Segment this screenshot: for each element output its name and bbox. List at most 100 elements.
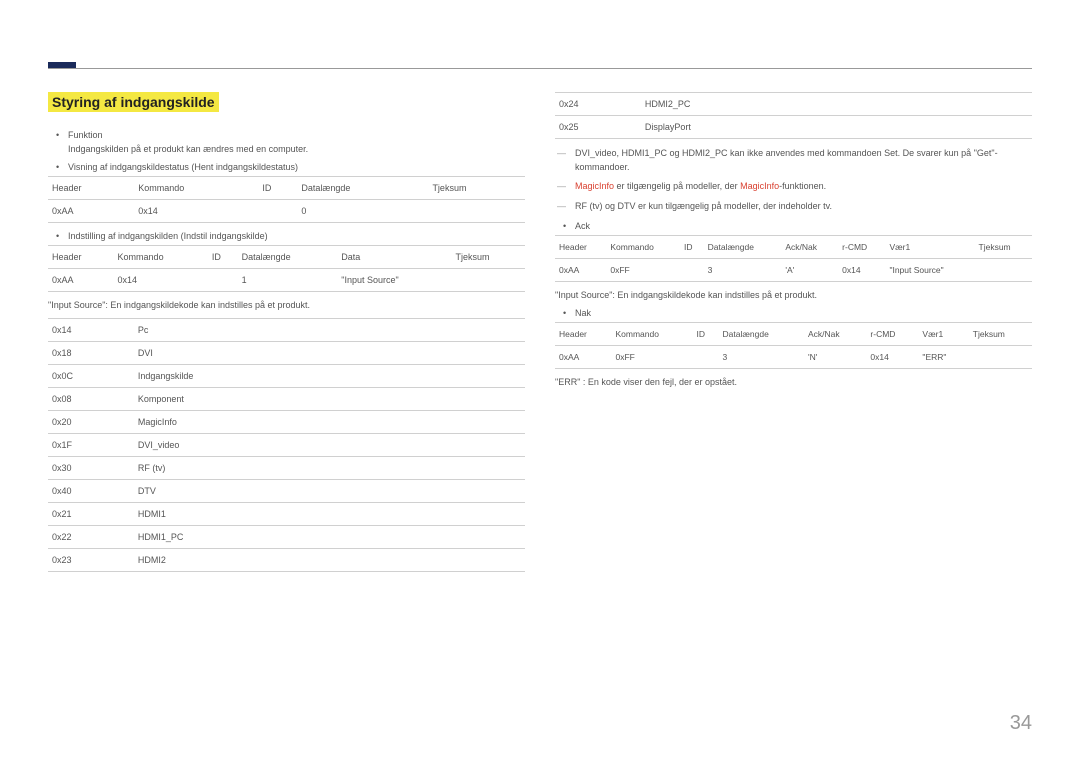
- section-heading: Styring af indgangskilde: [48, 92, 219, 112]
- code-value: 0x40: [48, 480, 134, 503]
- th: r-CMD: [866, 323, 918, 346]
- input-source-desc: "Input Source": En indgangskildekode kan…: [48, 300, 525, 310]
- td: [428, 200, 525, 223]
- td: 1: [238, 269, 338, 292]
- table-source-codes-cont: 0x24HDMI2_PC0x25DisplayPort: [555, 92, 1032, 139]
- code-value: 0x22: [48, 526, 134, 549]
- code-label: MagicInfo: [134, 411, 525, 434]
- td: "Input Source": [885, 259, 974, 282]
- td: 0: [297, 200, 428, 223]
- code-value: 0x25: [555, 116, 641, 139]
- left-column: Styring af indgangskilde Funktion Indgan…: [48, 92, 525, 580]
- td: "Input Source": [337, 269, 451, 292]
- input-source-desc-2: "Input Source": En indgangskildekode kan…: [555, 290, 1032, 300]
- th: ID: [258, 177, 297, 200]
- td: 0xFF: [606, 259, 680, 282]
- td: 0x14: [114, 269, 208, 292]
- code-label: HDMI2_PC: [641, 93, 1032, 116]
- header-rule: [48, 68, 1032, 69]
- td: 'A': [781, 259, 838, 282]
- code-value: 0x21: [48, 503, 134, 526]
- th: Tjeksum: [452, 246, 525, 269]
- code-value: 0x24: [555, 93, 641, 116]
- td: 3: [704, 259, 782, 282]
- code-value: 0x23: [48, 549, 134, 572]
- note-magicinfo: MagicInfo er tilgængelig på modeller, de…: [575, 180, 1032, 194]
- code-label: DVI: [134, 342, 525, 365]
- text: er tilgængelig på modeller, der: [614, 181, 740, 191]
- funktion-desc: Indgangskilden på et produkt kan ændres …: [68, 144, 525, 154]
- td: [693, 346, 719, 369]
- code-value: 0x20: [48, 411, 134, 434]
- table-ack: Header Kommando ID Datalængde Ack/Nak r-…: [555, 235, 1032, 282]
- th: Kommando: [114, 246, 208, 269]
- td: 0x14: [866, 346, 918, 369]
- th: Kommando: [134, 177, 258, 200]
- td: 0x14: [134, 200, 258, 223]
- th: Ack/Nak: [781, 236, 838, 259]
- th: Datalængde: [297, 177, 428, 200]
- table-nak: Header Kommando ID Datalængde Ack/Nak r-…: [555, 322, 1032, 369]
- td: 0x14: [838, 259, 885, 282]
- indstilling-label: Indstilling af indgangskilden (Indstil i…: [68, 231, 525, 241]
- td: [208, 269, 238, 292]
- code-label: HDMI2: [134, 549, 525, 572]
- td: 'N': [804, 346, 866, 369]
- code-label: Komponent: [134, 388, 525, 411]
- table-get-status: Header Kommando ID Datalængde Tjeksum 0x…: [48, 176, 525, 223]
- td: 0xAA: [48, 200, 134, 223]
- th: Datalængde: [719, 323, 805, 346]
- table-source-codes: 0x14Pc0x18DVI0x0CIndgangskilde0x08Kompon…: [48, 318, 525, 572]
- td: "ERR": [918, 346, 968, 369]
- code-label: DVI_video: [134, 434, 525, 457]
- code-label: DisplayPort: [641, 116, 1032, 139]
- th: Ack/Nak: [804, 323, 866, 346]
- code-value: 0x14: [48, 319, 134, 342]
- code-label: Indgangskilde: [134, 365, 525, 388]
- right-column: 0x24HDMI2_PC0x25DisplayPort DVI_video, H…: [555, 92, 1032, 580]
- nak-label: Nak: [575, 308, 1032, 318]
- text: -funktionen.: [779, 181, 826, 191]
- td: 0xAA: [555, 259, 606, 282]
- magicinfo-keyword: MagicInfo: [575, 181, 614, 191]
- code-label: HDMI1_PC: [134, 526, 525, 549]
- td: 0xAA: [555, 346, 612, 369]
- note-dvi: DVI_video, HDMI1_PC og HDMI2_PC kan ikke…: [575, 147, 1032, 174]
- funktion-label: Funktion: [68, 130, 525, 140]
- td: [452, 269, 525, 292]
- th: Tjeksum: [975, 236, 1032, 259]
- th: Tjeksum: [969, 323, 1032, 346]
- code-label: Pc: [134, 319, 525, 342]
- td: [975, 259, 1032, 282]
- code-label: HDMI1: [134, 503, 525, 526]
- th: Header: [555, 236, 606, 259]
- code-value: 0x1F: [48, 434, 134, 457]
- th: Vær1: [885, 236, 974, 259]
- td: 0xAA: [48, 269, 114, 292]
- page-content: Styring af indgangskilde Funktion Indgan…: [48, 92, 1032, 580]
- td: [969, 346, 1032, 369]
- th: r-CMD: [838, 236, 885, 259]
- page-number: 34: [1010, 712, 1032, 735]
- ack-label: Ack: [575, 221, 1032, 231]
- th: Data: [337, 246, 451, 269]
- th: Datalængde: [238, 246, 338, 269]
- code-value: 0x18: [48, 342, 134, 365]
- note-rf: RF (tv) og DTV er kun tilgængelig på mod…: [575, 200, 1032, 214]
- th: Header: [48, 246, 114, 269]
- visning-label: Visning af indgangskildestatus (Hent ind…: [68, 162, 525, 172]
- td: 3: [719, 346, 805, 369]
- th: Kommando: [606, 236, 680, 259]
- th: Datalængde: [704, 236, 782, 259]
- err-desc: "ERR" : En kode viser den fejl, der er o…: [555, 377, 1032, 387]
- th: Header: [48, 177, 134, 200]
- td: 0xFF: [612, 346, 693, 369]
- code-value: 0x30: [48, 457, 134, 480]
- magicinfo-keyword: MagicInfo: [740, 181, 779, 191]
- th: ID: [693, 323, 719, 346]
- code-value: 0x0C: [48, 365, 134, 388]
- th: Kommando: [612, 323, 693, 346]
- th: Header: [555, 323, 612, 346]
- td: [258, 200, 297, 223]
- th: ID: [680, 236, 704, 259]
